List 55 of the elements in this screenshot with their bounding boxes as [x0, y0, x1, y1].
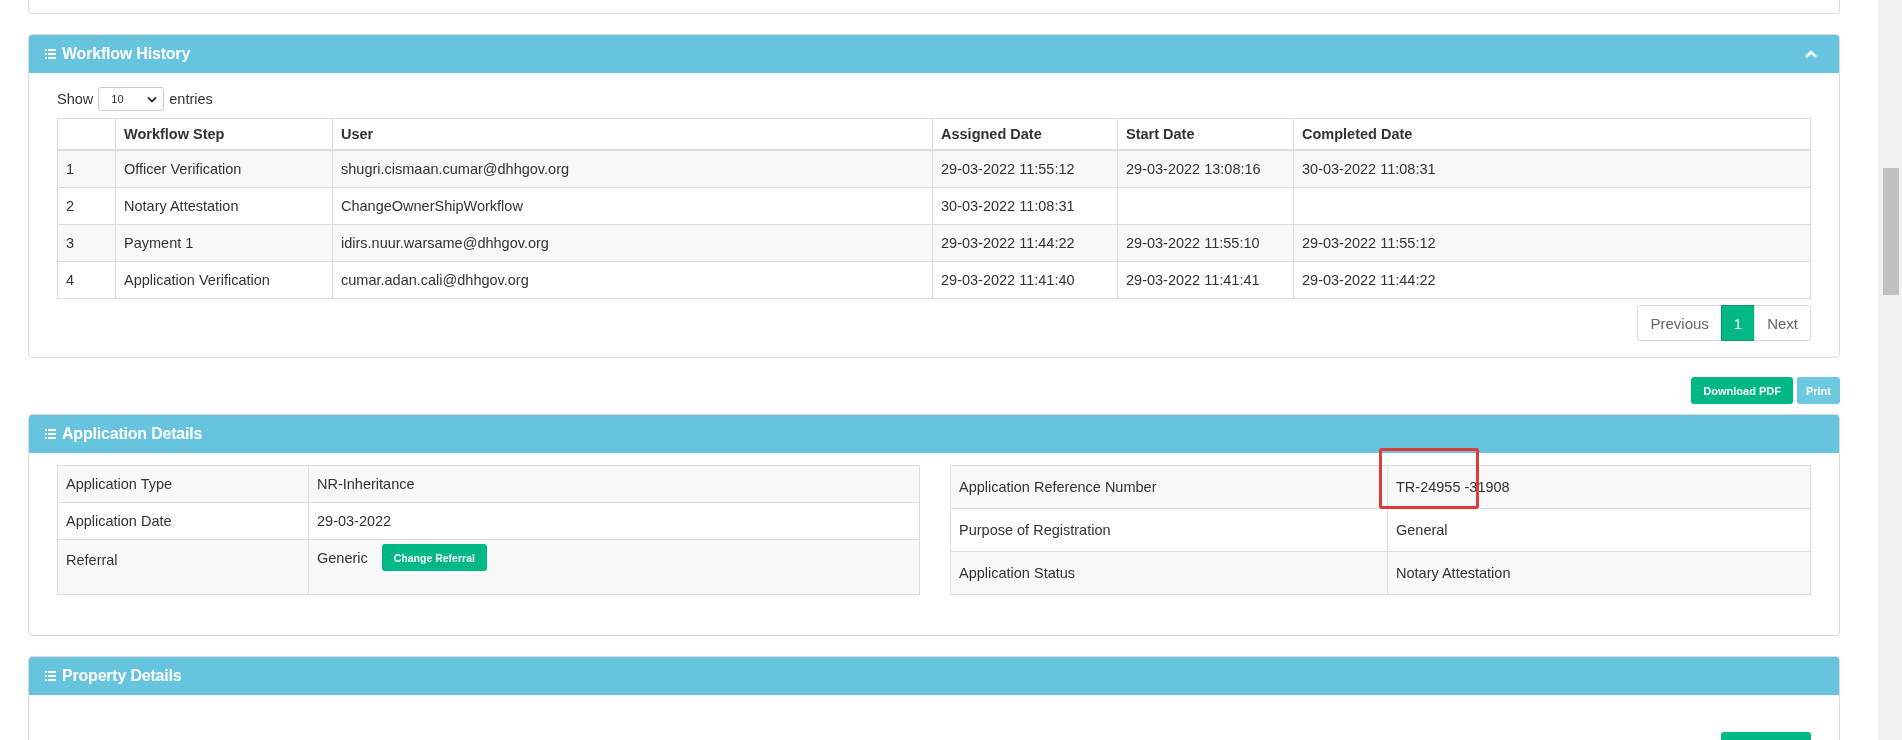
next-button[interactable]: Next — [1754, 305, 1811, 341]
table-cell: Payment 1 — [124, 235, 194, 251]
list-icon — [45, 671, 56, 681]
field-value: Notary Attestation — [1396, 565, 1511, 581]
entries-label: entries — [169, 91, 213, 107]
table-cell: 29-03-2022 11:55:12 — [1302, 235, 1436, 251]
panel-title: Workflow History — [62, 45, 192, 63]
table-cell: 1 — [66, 161, 75, 177]
change-referral-button[interactable]: Change Referral — [381, 544, 487, 571]
field-value: NR-Inheritance — [317, 476, 415, 492]
field-value: General — [1396, 522, 1448, 538]
panel-title: Application Details — [62, 425, 204, 443]
field-label: Application Type — [66, 476, 173, 492]
table-cell: idirs.nuur.warsame@dhhgov.org — [341, 235, 549, 251]
field-value: 29-03-2022 — [317, 513, 392, 529]
table-cell: 29-03-2022 11:55:10 — [1126, 235, 1260, 251]
print-button[interactable]: Print — [1796, 377, 1840, 404]
column-header: User — [341, 126, 374, 142]
field-value: Generic — [317, 549, 368, 566]
column-header: Workflow Step — [124, 126, 225, 142]
chevron-up-icon[interactable] — [1805, 50, 1817, 58]
panel-title: Property Details — [62, 667, 183, 685]
table-cell: 29-03-2022 11:41:40 — [941, 272, 1075, 288]
column-header: Completed Date — [1302, 126, 1413, 142]
table-cell: 2 — [66, 198, 75, 214]
field-label: Application Date — [66, 513, 172, 529]
table-cell: 29-03-2022 11:41:41 — [1126, 272, 1260, 288]
table-cell: 29-03-2022 11:55:12 — [941, 161, 1075, 177]
table-cell: 30-03-2022 11:08:31 — [941, 198, 1075, 214]
table-cell: 29-03-2022 13:08:16 — [1126, 161, 1261, 177]
table-cell: cumar.adan.cali@dhhgov.org — [341, 272, 529, 288]
table-cell: ChangeOwnerShipWorkflow — [341, 198, 523, 214]
table-cell: Officer Verification — [124, 161, 242, 177]
field-label: Purpose of Registration — [959, 522, 1111, 538]
field-label: Application Reference Number — [959, 479, 1157, 495]
field-label: Referral — [66, 552, 118, 568]
table-cell: Application Verification — [124, 272, 270, 288]
field-label: Application Status — [959, 565, 1076, 581]
page-size-select[interactable]: 10 — [98, 87, 165, 111]
column-header: Assigned Date — [941, 126, 1042, 142]
table-cell: 3 — [66, 235, 75, 251]
table-cell: 30-03-2022 11:08:31 — [1302, 161, 1436, 177]
previous-button[interactable]: Previous — [1637, 305, 1722, 341]
table-cell: 4 — [66, 272, 75, 288]
column-header: Start Date — [1126, 126, 1195, 142]
download-pdf-button[interactable]: Download PDF — [1691, 377, 1793, 404]
table-cell: 29-03-2022 11:44:22 — [1302, 272, 1436, 288]
show-label: Show — [57, 91, 94, 107]
caret-icon — [147, 95, 158, 103]
list-icon — [45, 429, 56, 439]
table-cell: 29-03-2022 11:44:22 — [941, 235, 1075, 251]
list-icon — [45, 49, 56, 59]
table-cell: shugri.cismaan.cumar@dhhgov.org — [341, 161, 570, 177]
scrollbar-thumb[interactable] — [1883, 168, 1899, 295]
table-cell: Notary Attestation — [124, 198, 239, 214]
